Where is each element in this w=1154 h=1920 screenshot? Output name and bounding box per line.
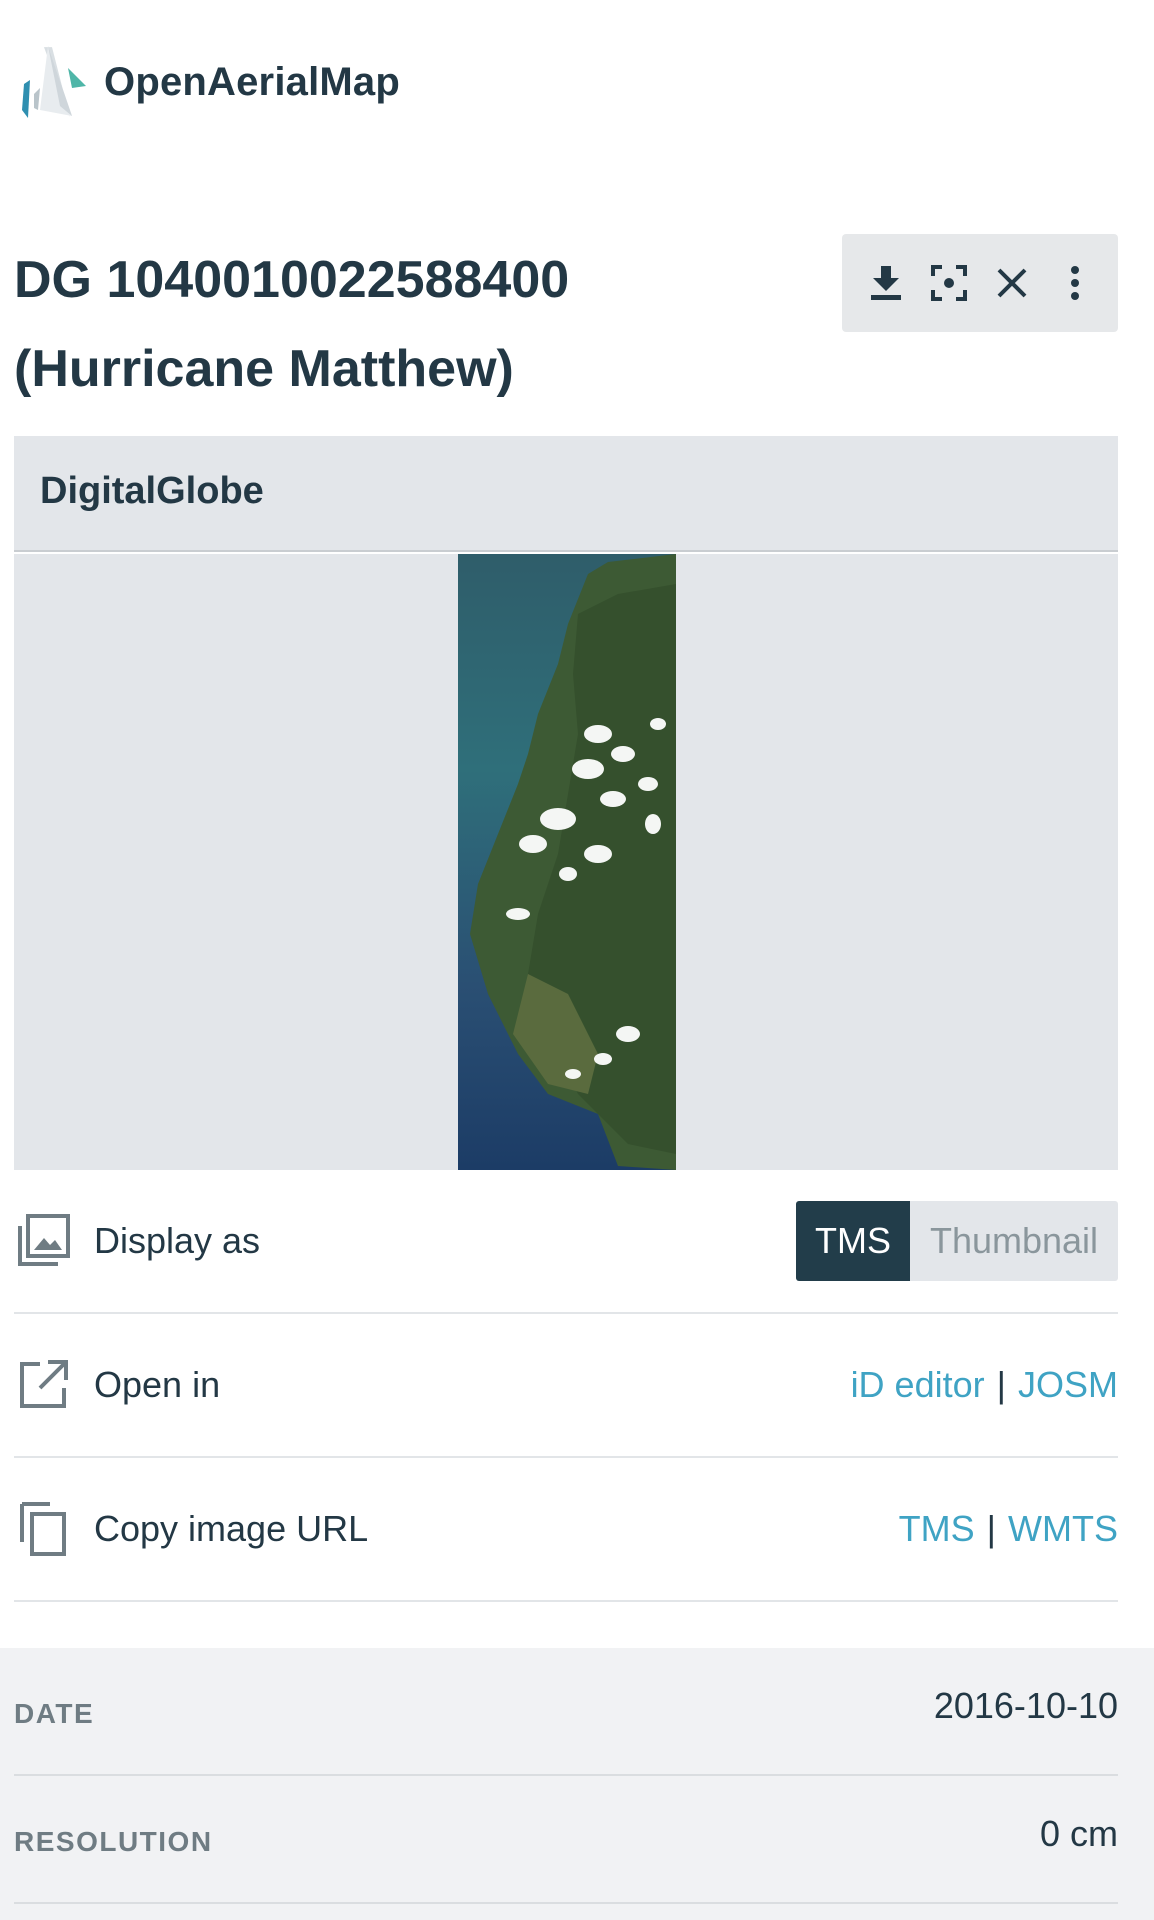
resolution-value: 0 cm [1039,1812,1118,1854]
focus-icon [930,265,967,301]
open-in-links: iD editor | JOSM [851,1364,1118,1406]
external-link-icon [20,1360,68,1408]
satellite-thumbnail [458,554,676,1170]
copy-icon [20,1502,66,1556]
josm-link[interactable]: JOSM [1018,1364,1118,1406]
openaerialmap-logo-icon [22,46,86,118]
copy-url-label: Copy image URL [94,1508,369,1549]
open-in-label: Open in [94,1364,221,1405]
display-mode-toggle: TMS Thumbnail [796,1201,1118,1281]
copy-url-row: Copy image URL TMS | WMTS [14,1458,1118,1602]
resolution-label: RESOLUTION [14,1825,213,1857]
close-icon [997,268,1026,298]
resolution-row: RESOLUTION 0 cm [14,1776,1118,1904]
provider-header: DigitalGlobe [14,436,1118,552]
display-as-row: Display as TMS Thumbnail [14,1170,1118,1314]
close-button[interactable] [988,259,1036,307]
display-thumbnail-option[interactable]: Thumbnail [910,1201,1118,1281]
focus-button[interactable] [925,259,973,307]
more-vertical-icon [1070,266,1079,300]
date-value: 2016-10-10 [933,1684,1118,1726]
open-in-row: Open in iD editor | JOSM [14,1314,1118,1458]
image-actions-toolbar [842,234,1118,332]
copy-tms-link[interactable]: TMS [899,1508,975,1550]
more-options-button[interactable] [1051,259,1099,307]
brand-name: OpenAerialMap [104,59,400,104]
display-as-label: Display as [94,1220,261,1261]
download-icon [870,266,901,300]
image-title-line2: (Hurricane Matthew) [14,340,514,398]
display-tms-option[interactable]: TMS [796,1201,910,1281]
image-title-line1: DG 1040010022588400 [14,251,570,309]
date-row: DATE 2016-10-10 [14,1648,1118,1776]
copy-wmts-link[interactable]: WMTS [1008,1508,1118,1550]
image-title: DG 1040010022588400 (Hurricane Matthew) [14,236,794,414]
provider-name: DigitalGlobe [40,470,264,512]
image-preview [14,554,1118,1170]
copy-url-links: TMS | WMTS [899,1508,1118,1550]
link-separator: | [986,1508,997,1549]
brand[interactable]: OpenAerialMap [14,46,400,118]
id-editor-link[interactable]: iD editor [851,1364,985,1406]
link-separator: | [996,1364,1006,1405]
download-button[interactable] [862,259,910,307]
date-label: DATE [14,1697,95,1729]
image-layers-icon [18,1214,70,1266]
